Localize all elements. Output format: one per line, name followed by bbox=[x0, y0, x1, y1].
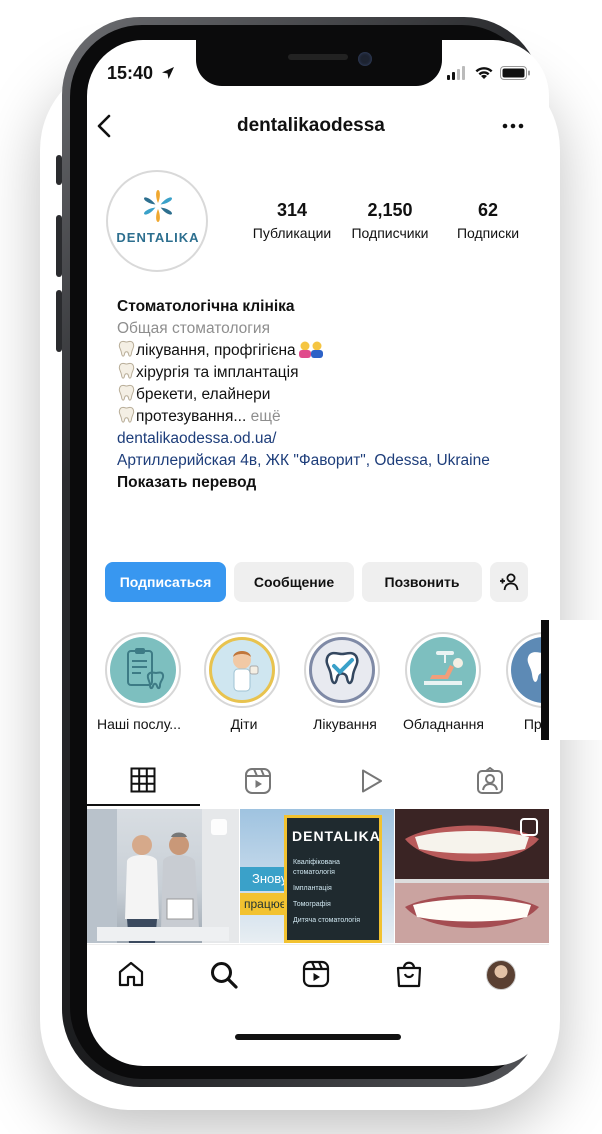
tooth-icon bbox=[118, 340, 135, 357]
bio-line: брекети, елайнери bbox=[117, 384, 537, 406]
home-icon[interactable] bbox=[117, 960, 145, 988]
video-tab-icon[interactable] bbox=[360, 768, 384, 794]
sign-menu-item: Імплантація bbox=[293, 885, 332, 892]
highlight-image bbox=[209, 637, 275, 703]
highlight-image bbox=[309, 637, 375, 703]
carousel-icon bbox=[211, 819, 227, 835]
clipboard-tooth-icon bbox=[127, 648, 165, 690]
back-arrow-icon[interactable] bbox=[94, 113, 116, 139]
suggested-people-button[interactable] bbox=[490, 562, 528, 602]
grid-tab-icon[interactable] bbox=[130, 767, 156, 793]
home-indicator bbox=[235, 1034, 401, 1040]
stat-following-label: Подписки bbox=[456, 225, 520, 241]
bio-line4: протезування... bbox=[136, 408, 247, 425]
profile-avatar[interactable]: DENTALIKA bbox=[106, 170, 208, 272]
stat-followers[interactable]: 2,150 Подписчики bbox=[343, 200, 437, 241]
active-tab-indicator bbox=[87, 804, 200, 806]
tooth-icon bbox=[118, 362, 135, 379]
reels-icon[interactable] bbox=[302, 960, 330, 988]
stat-posts-value: 314 bbox=[276, 200, 308, 220]
family-emoji-icon bbox=[298, 341, 323, 358]
highlight-label: Лікування bbox=[313, 716, 377, 732]
sign-menu: Кваліфікована стоматологія Імплантація Т… bbox=[293, 858, 379, 926]
dentist-boy-icon bbox=[212, 640, 272, 700]
front-camera bbox=[358, 52, 372, 66]
stat-following[interactable]: 62 Подписки bbox=[441, 200, 535, 241]
highlight-cover bbox=[105, 632, 181, 708]
bio-category: Общая стоматология bbox=[117, 320, 270, 337]
post-thumbnail[interactable]: Знову працюємо DENTALIKA Кваліфікована с… bbox=[240, 809, 394, 943]
call-button[interactable]: Позвонить bbox=[362, 562, 482, 602]
bio-name: Стоматологічна клініка bbox=[117, 298, 295, 315]
volume-up-button bbox=[56, 215, 62, 277]
stat-followers-label: Подписчики bbox=[351, 225, 429, 241]
bio-website-link[interactable]: dentalikaodessa.od.ua/ bbox=[117, 428, 537, 450]
highlight-cover bbox=[405, 632, 481, 708]
add-person-icon bbox=[500, 573, 519, 591]
status-icons bbox=[447, 66, 530, 80]
stat-followers-value: 2,150 bbox=[367, 200, 413, 220]
message-button[interactable]: Сообщение bbox=[234, 562, 354, 602]
reels-tab-icon[interactable] bbox=[244, 767, 272, 795]
stat-posts-label: Публикации bbox=[252, 225, 332, 241]
dental-chair-icon bbox=[424, 651, 463, 685]
tooth-check-icon bbox=[325, 651, 359, 685]
clinic-sign: DENTALIKA Кваліфікована стоматологія Імп… bbox=[284, 815, 382, 943]
profile-bio: Стоматологічна клініка Общая стоматологи… bbox=[117, 296, 537, 494]
battery-icon bbox=[500, 66, 530, 80]
status-time: 15:40 bbox=[107, 63, 154, 83]
follow-button[interactable]: Подписаться bbox=[105, 562, 226, 602]
highlight-treatment[interactable]: Лікування bbox=[304, 632, 384, 732]
search-icon[interactable] bbox=[209, 960, 239, 990]
notch bbox=[196, 40, 442, 86]
bio-more-link[interactable]: ещё bbox=[246, 408, 281, 425]
post-caption-1: Знову bbox=[240, 867, 290, 891]
tooth-icon bbox=[118, 384, 135, 401]
highlight-label: Обладнання bbox=[403, 716, 484, 732]
bio-line: лікування, профгігієна bbox=[117, 340, 537, 362]
speaker bbox=[288, 54, 348, 60]
dentalika-logo-icon bbox=[144, 190, 172, 222]
bio-line1: лікування, профгігієна bbox=[136, 342, 296, 359]
highlight-cover bbox=[304, 632, 380, 708]
tagged-tab-icon[interactable] bbox=[476, 767, 504, 795]
bio-line: протезування... ещё bbox=[117, 406, 537, 428]
avatar-brand-text: DENTALIKA bbox=[116, 230, 200, 245]
signal-icon bbox=[447, 66, 465, 80]
sign-brand: DENTALIKA bbox=[292, 828, 381, 844]
bezel-edge bbox=[541, 620, 549, 740]
sign-menu-item: Кваліфікована стоматологія bbox=[293, 859, 340, 876]
volume-down-button bbox=[56, 290, 62, 352]
highlight-kids[interactable]: Діти bbox=[204, 632, 284, 732]
highlight-image bbox=[110, 637, 176, 703]
post-thumbnail[interactable] bbox=[395, 809, 549, 943]
stat-following-value: 62 bbox=[477, 200, 499, 220]
profile-username: dentalikaodessa bbox=[237, 115, 385, 136]
wifi-icon bbox=[475, 67, 493, 79]
profile-avatar-tab[interactable] bbox=[486, 960, 516, 990]
tooth-icon bbox=[118, 406, 135, 423]
highlight-cover bbox=[204, 632, 280, 708]
highlight-label: Діти bbox=[230, 716, 258, 732]
mute-switch bbox=[56, 155, 62, 185]
stat-posts[interactable]: 314 Публикации bbox=[245, 200, 339, 241]
bio-line3: брекети, елайнери bbox=[136, 386, 271, 403]
bio-line2: хірургія та імплантація bbox=[136, 364, 299, 381]
more-options-icon[interactable] bbox=[502, 118, 524, 134]
location-arrow-icon bbox=[162, 67, 174, 79]
shop-icon[interactable] bbox=[395, 959, 423, 989]
bio-address-link[interactable]: Артиллерийская 4в, ЖК "Фаворит", Odessa,… bbox=[117, 450, 537, 472]
sign-menu-item: Дитяча стоматологія bbox=[293, 917, 361, 924]
screen-edge-mask bbox=[549, 620, 602, 740]
sign-menu-item: Томографія bbox=[293, 901, 331, 908]
highlight-services[interactable]: Наші послу... bbox=[97, 632, 183, 732]
carousel-icon bbox=[520, 818, 538, 836]
highlight-image bbox=[410, 637, 476, 703]
bio-translate-link[interactable]: Показать перевод bbox=[117, 472, 537, 494]
highlight-equipment[interactable]: Обладнання bbox=[403, 632, 485, 732]
bio-line: хірургія та імплантація bbox=[117, 362, 537, 384]
post-thumbnail[interactable] bbox=[87, 809, 239, 943]
highlight-label: Наші послу... bbox=[97, 716, 181, 732]
